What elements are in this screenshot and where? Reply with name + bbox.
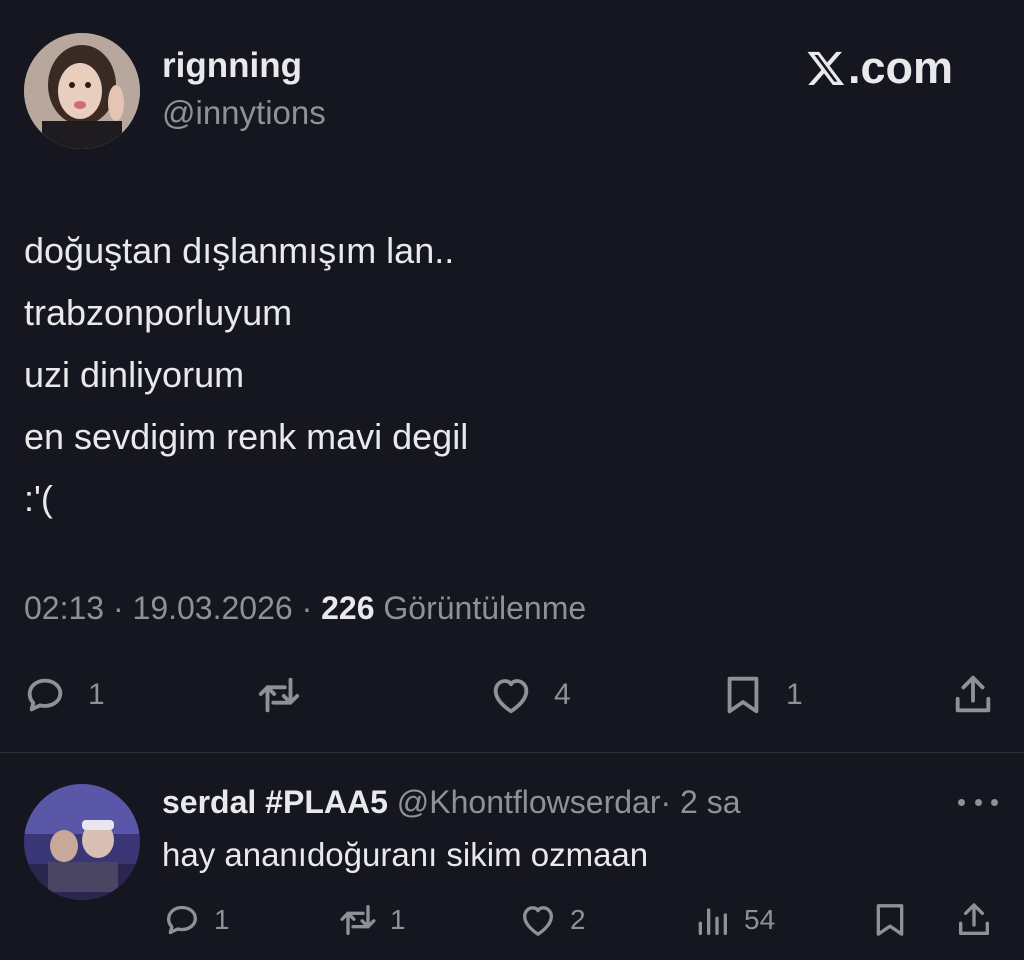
tweet-date[interactable]: 19.03.2026 (133, 590, 293, 626)
heart-icon (493, 679, 529, 714)
reply-time[interactable]: 2 sa (680, 784, 740, 820)
meta-separator: · (292, 590, 322, 626)
x-logo-icon (807, 51, 845, 85)
brand-label: .com (848, 42, 954, 93)
like-button[interactable]: 4 (488, 672, 571, 718)
reply-like-button[interactable]: 2 (518, 900, 586, 940)
tweet-line: uzi dinliyorum (24, 354, 245, 395)
meta-separator: · (104, 590, 133, 626)
reply-bookmark-button[interactable] (870, 900, 910, 940)
more-dots-icon (991, 798, 998, 806)
share-button[interactable] (950, 672, 996, 718)
view-count: 226 (321, 590, 375, 626)
like-count: 2 (570, 904, 586, 935)
more-options-button[interactable] (958, 790, 998, 814)
reply-bubble-icon (27, 678, 63, 712)
author-name[interactable]: rignning (162, 46, 302, 86)
reply-views-button[interactable]: 54 (692, 900, 775, 940)
reply-retweet-button[interactable]: 1 (338, 900, 406, 940)
bookmark-count: 1 (786, 678, 803, 711)
share-icon (955, 675, 991, 713)
reply-count: 1 (214, 904, 230, 935)
reply-button[interactable]: 1 (22, 672, 105, 718)
views-chart-icon (698, 908, 727, 935)
avatar-photo (24, 784, 140, 900)
avatar-photo (24, 33, 140, 149)
view-label: Görüntülenme (374, 590, 587, 626)
reply-count: 1 (88, 678, 105, 711)
more-dots-icon (974, 798, 982, 806)
bookmark-icon (727, 676, 759, 714)
more-dots-icon (958, 798, 965, 806)
heart-icon (523, 906, 553, 936)
share-icon (959, 903, 989, 935)
bookmark-icon (876, 904, 904, 936)
reply-header: serdal #PLAA5 @Khontflowserdar· 2 sa (162, 784, 741, 821)
retweet-count: 1 (390, 904, 406, 935)
reply-reply-button[interactable]: 1 (162, 900, 230, 940)
divider (0, 752, 1024, 753)
view-count: 54 (744, 904, 776, 935)
bookmark-button[interactable]: 1 (720, 672, 803, 718)
tweet-meta: 02:13 · 19.03.2026 · 226 Görüntülenme (24, 590, 586, 627)
reply-text: hay ananıdoğuranı sikim ozmaan (162, 836, 649, 873)
tweet-text: doğuştan dışlanmışım lan.. trabzonporluy… (24, 220, 468, 530)
tweet-line: :'( (24, 478, 53, 519)
tweet-time[interactable]: 02:13 (24, 590, 104, 626)
author-avatar[interactable] (24, 33, 140, 149)
author-handle[interactable]: @innytions (162, 94, 326, 132)
reply-share-button[interactable] (954, 900, 994, 940)
reply-author-handle[interactable]: @Khontflowserdar (397, 784, 661, 820)
retweet-icon (340, 905, 376, 935)
like-count: 4 (554, 678, 571, 711)
reply-author-name[interactable]: serdal #PLAA5 (162, 784, 388, 820)
retweet-button[interactable] (256, 672, 302, 718)
meta-separator: · (660, 784, 672, 820)
retweet-icon (258, 677, 300, 713)
reply-bubble-icon (167, 905, 197, 935)
tweet-line: trabzonporluyum (24, 292, 293, 333)
tweet-line: en sevdigim renk mavi degil (24, 416, 469, 457)
brand-watermark: .com (806, 42, 953, 94)
reply-avatar[interactable] (24, 784, 140, 900)
tweet-line: doğuştan dışlanmışım lan.. (24, 230, 455, 271)
